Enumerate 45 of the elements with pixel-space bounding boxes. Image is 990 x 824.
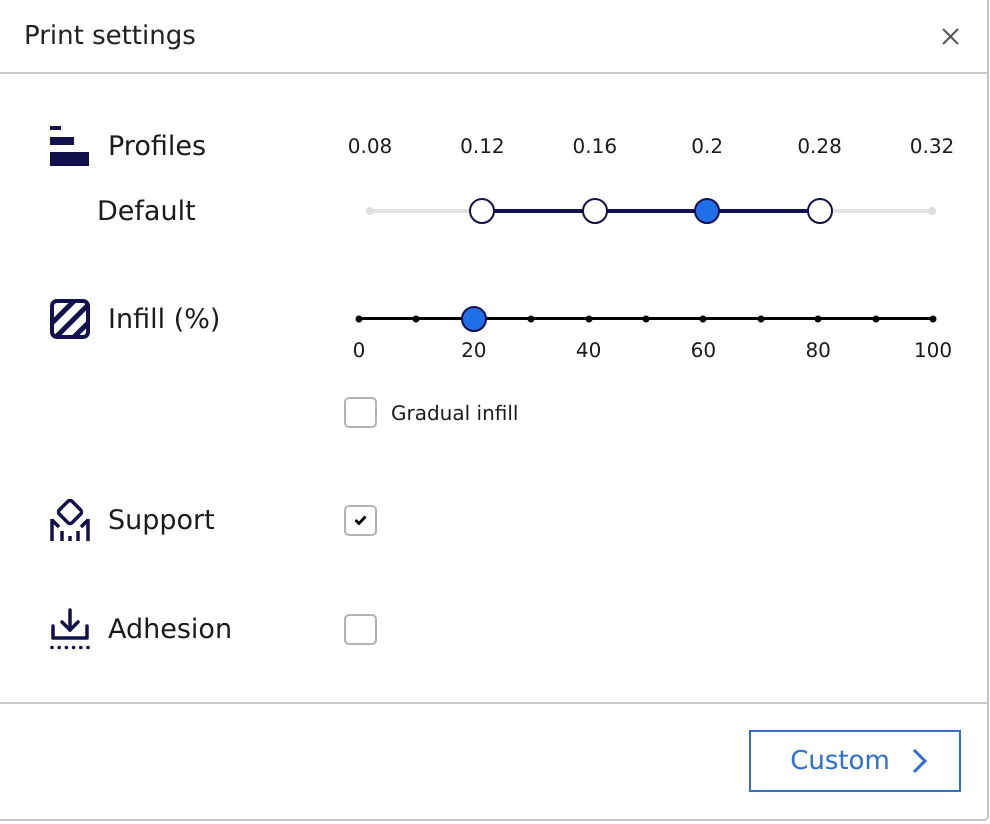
tick-dot bbox=[700, 315, 707, 322]
diamond-pillars-icon bbox=[50, 499, 90, 541]
layer-height-label: 0.2 bbox=[691, 134, 724, 158]
tick-dot bbox=[930, 315, 936, 322]
slider-stop[interactable] bbox=[806, 198, 833, 224]
chevron-right-icon bbox=[912, 748, 928, 774]
scale-label: 20 bbox=[461, 338, 487, 362]
profile-name: Default bbox=[97, 196, 196, 226]
section-label: Adhesion bbox=[108, 614, 232, 644]
section-label: Support bbox=[108, 504, 215, 536]
scale-label: 80 bbox=[805, 338, 831, 362]
layer-bars-icon bbox=[50, 126, 90, 166]
tick-dot bbox=[356, 315, 362, 322]
scale-label: 0 bbox=[352, 338, 366, 362]
slider-stop[interactable] bbox=[469, 198, 496, 224]
custom-button[interactable]: Custom bbox=[749, 730, 961, 792]
tick-dot bbox=[528, 315, 535, 322]
layer-height-label: 0.08 bbox=[348, 134, 392, 158]
layer-height-label: 0.28 bbox=[797, 134, 842, 158]
close-icon bbox=[942, 28, 959, 44]
tick-dot bbox=[872, 315, 880, 322]
tick-dot bbox=[757, 315, 764, 322]
checkbox[interactable] bbox=[344, 397, 377, 428]
tick-dot bbox=[412, 315, 420, 322]
slider-stop[interactable] bbox=[694, 198, 720, 224]
scale-label: 100 bbox=[914, 338, 952, 362]
layer-height-label: 0.16 bbox=[572, 134, 618, 158]
slider-thumb[interactable] bbox=[460, 306, 487, 332]
section-label: Infill (%) bbox=[108, 304, 220, 334]
scale-label: 60 bbox=[690, 338, 716, 362]
window-title: Print settings bbox=[24, 21, 196, 51]
tick-dot bbox=[642, 315, 650, 322]
layer-height-label: 0.12 bbox=[460, 134, 505, 158]
hatched-square-icon bbox=[50, 299, 90, 339]
checkbox[interactable] bbox=[344, 504, 377, 536]
checkbox-label: Gradual infill bbox=[391, 400, 518, 424]
download-tray-icon bbox=[50, 608, 90, 650]
checkmark-icon bbox=[354, 515, 367, 525]
layer-height-label: 0.32 bbox=[910, 134, 954, 158]
tick-dot bbox=[814, 315, 822, 322]
scale-label: 40 bbox=[576, 338, 602, 362]
checkbox[interactable] bbox=[344, 614, 377, 644]
section-label: Profiles bbox=[108, 130, 206, 162]
slider-stop[interactable] bbox=[582, 198, 608, 224]
tick-dot bbox=[585, 315, 592, 322]
